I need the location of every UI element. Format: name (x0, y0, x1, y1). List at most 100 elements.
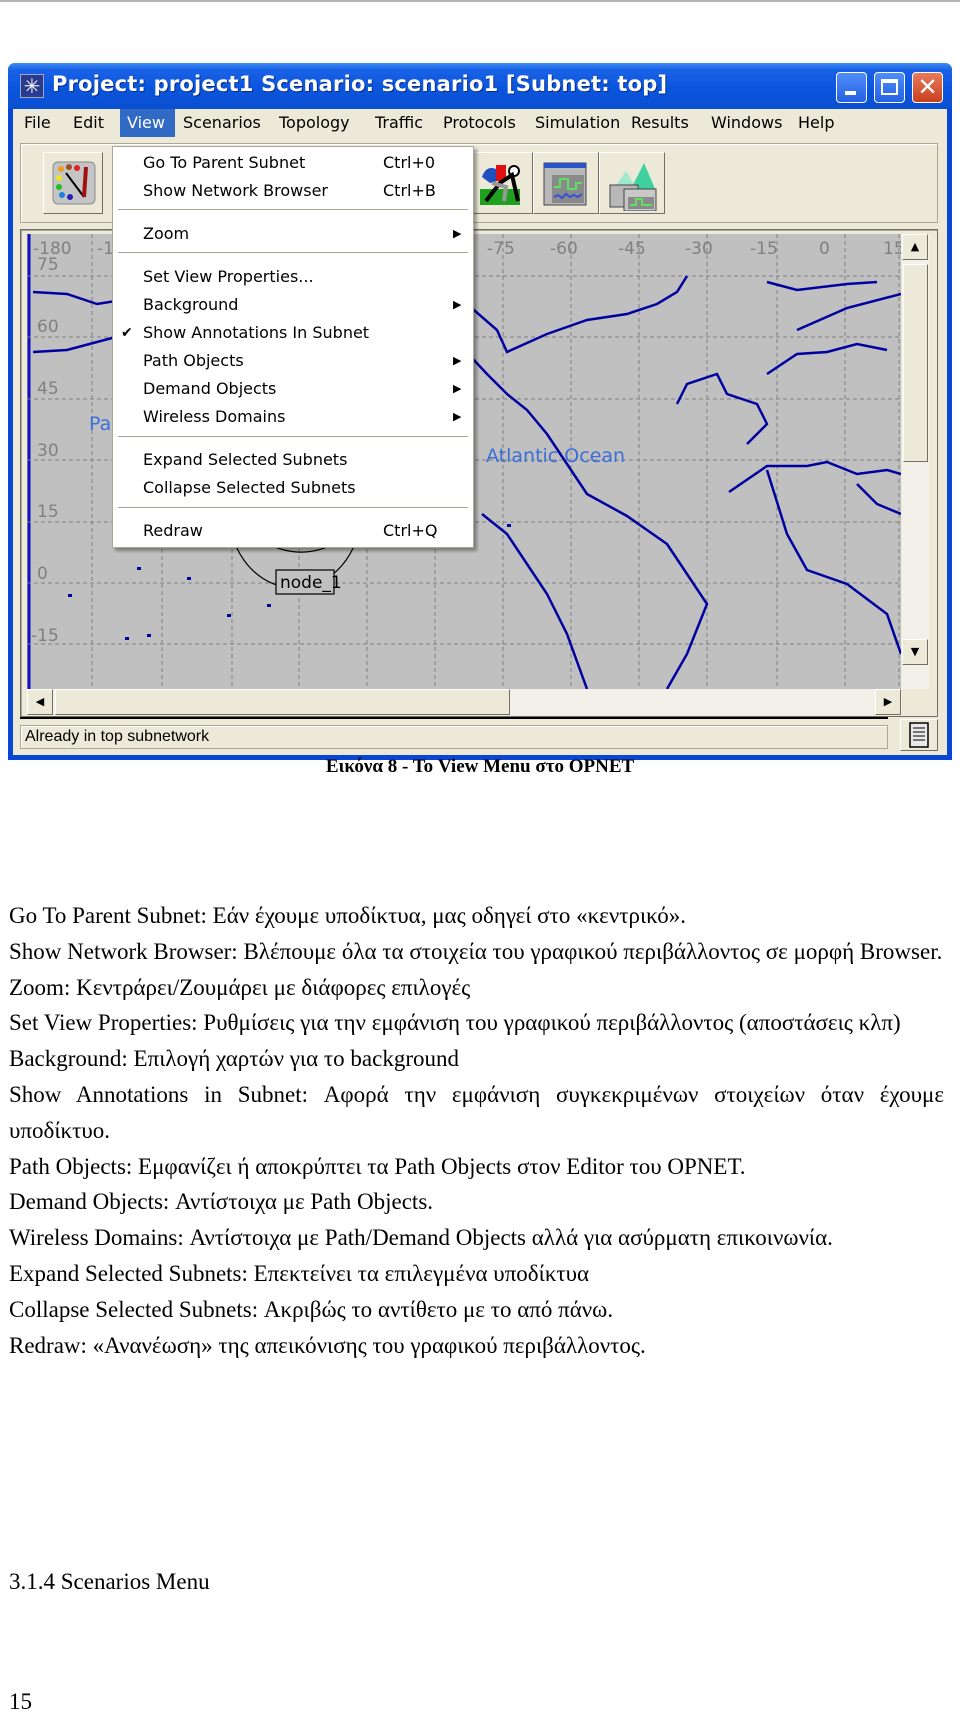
status-separator (20, 717, 888, 719)
submenu-arrow-icon: ▶ (453, 227, 462, 240)
coastline (675, 372, 769, 445)
view-results-button[interactable] (533, 152, 599, 214)
opnet-star-icon[interactable]: ✳ (20, 74, 44, 98)
menu-simulation[interactable]: Simulation (528, 109, 627, 137)
coastline (856, 483, 901, 516)
menu-separator (118, 507, 468, 508)
coastline (766, 280, 878, 292)
view-results-icon (543, 162, 587, 206)
menu-item-collapse-selected-subnets[interactable]: Collapse Selected Subnets (113, 475, 473, 501)
scroll-right-button[interactable]: ▶ (875, 689, 901, 715)
menu-item-label: Zoom (143, 224, 190, 243)
menu-scenarios[interactable]: Scenarios (176, 109, 268, 137)
island-dot (68, 594, 72, 597)
menu-item-label: Background (143, 295, 239, 314)
menu-item-expand-selected-subnets[interactable]: Expand Selected Subnets (113, 447, 473, 473)
menu-item-show-network-browser[interactable]: Show Network Browser Ctrl+B (113, 178, 473, 204)
menu-item-label: Set View Properties... (143, 267, 314, 286)
coastline (766, 342, 888, 376)
object-palette-button[interactable] (43, 152, 103, 214)
close-icon: ✕ (917, 73, 938, 101)
longitude-label: -30 (685, 239, 713, 259)
scroll-up-button[interactable]: ▲ (902, 234, 928, 260)
window-title: Project: project1 Scenario: scenario1 [S… (52, 72, 668, 96)
longitude-label: 15 (883, 239, 901, 259)
island-dot (137, 567, 141, 570)
paragraph-collapse-selected-subnets: Collapse Selected Subnets: Ακριβώς το αν… (9, 1296, 614, 1322)
menu-item-demand-objects[interactable]: Demand Objects ▶ (113, 376, 473, 402)
menu-file[interactable]: File (17, 109, 58, 137)
menu-item-redraw[interactable]: Redraw Ctrl+Q (113, 518, 473, 544)
longitude-label: -45 (618, 239, 646, 259)
checkmark-icon: ✔ (121, 325, 133, 341)
maximize-button[interactable] (874, 72, 905, 103)
latitude-label: -15 (31, 626, 59, 646)
paragraph-zoom: Zoom: Κεντράρει/Ζουμάρει με διάφορες επι… (9, 974, 471, 1000)
status-bar-message: Already in top subnetwork (20, 725, 888, 749)
menu-item-go-to-parent-subnet[interactable]: Go To Parent Subnet Ctrl+0 (113, 150, 473, 176)
menu-item-zoom[interactable]: Zoom ▶ (113, 221, 473, 247)
island-dot (267, 604, 271, 607)
menu-item-shortcut: Ctrl+B (383, 181, 436, 200)
message-log-button[interactable] (900, 719, 938, 751)
page-number: 15 (9, 1689, 32, 1714)
ocean-label-pacific: Pa (89, 413, 111, 435)
submenu-arrow-icon: ▶ (453, 382, 462, 395)
menu-item-path-objects[interactable]: Path Objects ▶ (113, 348, 473, 374)
menu-item-label: Demand Objects (143, 379, 277, 398)
submenu-arrow-icon: ▶ (453, 354, 462, 367)
menu-item-shortcut: Ctrl+Q (383, 521, 438, 540)
menu-item-set-view-properties[interactable]: Set View Properties... (113, 264, 473, 290)
menu-item-shortcut: Ctrl+0 (383, 153, 436, 172)
menu-topology[interactable]: Topology (272, 109, 357, 137)
island-dot (125, 637, 129, 640)
page-top-rule (0, 0, 960, 2)
menu-protocols[interactable]: Protocols (436, 109, 523, 137)
menu-item-label: Show Annotations In Subnet (143, 323, 370, 342)
menu-edit[interactable]: Edit (66, 109, 111, 137)
vertical-scroll-thumb[interactable] (903, 264, 928, 462)
menu-traffic[interactable]: Traffic (368, 109, 430, 137)
coastline (765, 469, 901, 655)
menu-item-wireless-domains[interactable]: Wireless Domains ▶ (113, 404, 473, 430)
menu-view[interactable]: View (120, 109, 175, 137)
configure-simulation-icon (480, 165, 520, 205)
menu-item-label: Collapse Selected Subnets (143, 478, 356, 497)
menu-item-background[interactable]: Background ▶ (113, 292, 473, 318)
island-dot (227, 614, 231, 617)
compare-results-button[interactable] (599, 152, 665, 214)
title-bar[interactable]: ✳ Project: project1 Scenario: scenario1 … (8, 63, 952, 109)
scroll-left-button[interactable]: ◀ (27, 689, 53, 715)
island-dot (187, 577, 191, 580)
longitude-label: -75 (487, 239, 515, 259)
paragraph-expand-selected-subnets: Expand Selected Subnets: Επεκτείνει τα ε… (9, 1260, 590, 1286)
scroll-down-button[interactable]: ▼ (902, 639, 928, 665)
menu-item-label: Go To Parent Subnet (143, 153, 306, 172)
minimize-button[interactable] (836, 72, 867, 103)
vertical-scrollbar[interactable]: ▲ ▼ (902, 234, 929, 689)
figure-caption: Εικόνα 8 - Το View Menu στο OPNET (325, 756, 635, 777)
longitude-label: -60 (550, 239, 578, 259)
menu-bar: File Edit View Scenarios Topology Traffi… (13, 109, 947, 137)
configure-simulation-button[interactable] (467, 152, 533, 214)
menu-help[interactable]: Help (791, 109, 841, 137)
node-label: node_1 (280, 573, 342, 593)
coastline (438, 275, 689, 354)
view-menu-dropdown: Go To Parent Subnet Ctrl+0 Show Network … (112, 146, 474, 548)
minimize-icon (845, 91, 856, 95)
menu-results[interactable]: Results (624, 109, 696, 137)
paragraph-show-annotations: Show Annotations in Subnet: Αφορά την εμ… (9, 1081, 944, 1143)
close-button[interactable]: ✕ (912, 72, 943, 103)
island-dot (507, 524, 511, 527)
paragraph-wireless-domains: Wireless Domains: Αντίστοιχα με Path/Dem… (9, 1225, 833, 1251)
latitude-label: 15 (37, 502, 59, 522)
menu-item-label: Show Network Browser (143, 181, 328, 200)
submenu-arrow-icon: ▶ (453, 298, 462, 311)
menu-item-label: Expand Selected Subnets (143, 450, 348, 469)
horizontal-scroll-thumb[interactable] (55, 689, 510, 715)
latitude-label: 0 (37, 564, 48, 584)
menu-windows[interactable]: Windows (704, 109, 789, 137)
horizontal-scrollbar[interactable]: ◀ ▶ (27, 689, 902, 715)
submenu-arrow-icon: ▶ (453, 410, 462, 423)
menu-item-show-annotations-in-subnet[interactable]: ✔ Show Annotations In Subnet (113, 320, 473, 346)
